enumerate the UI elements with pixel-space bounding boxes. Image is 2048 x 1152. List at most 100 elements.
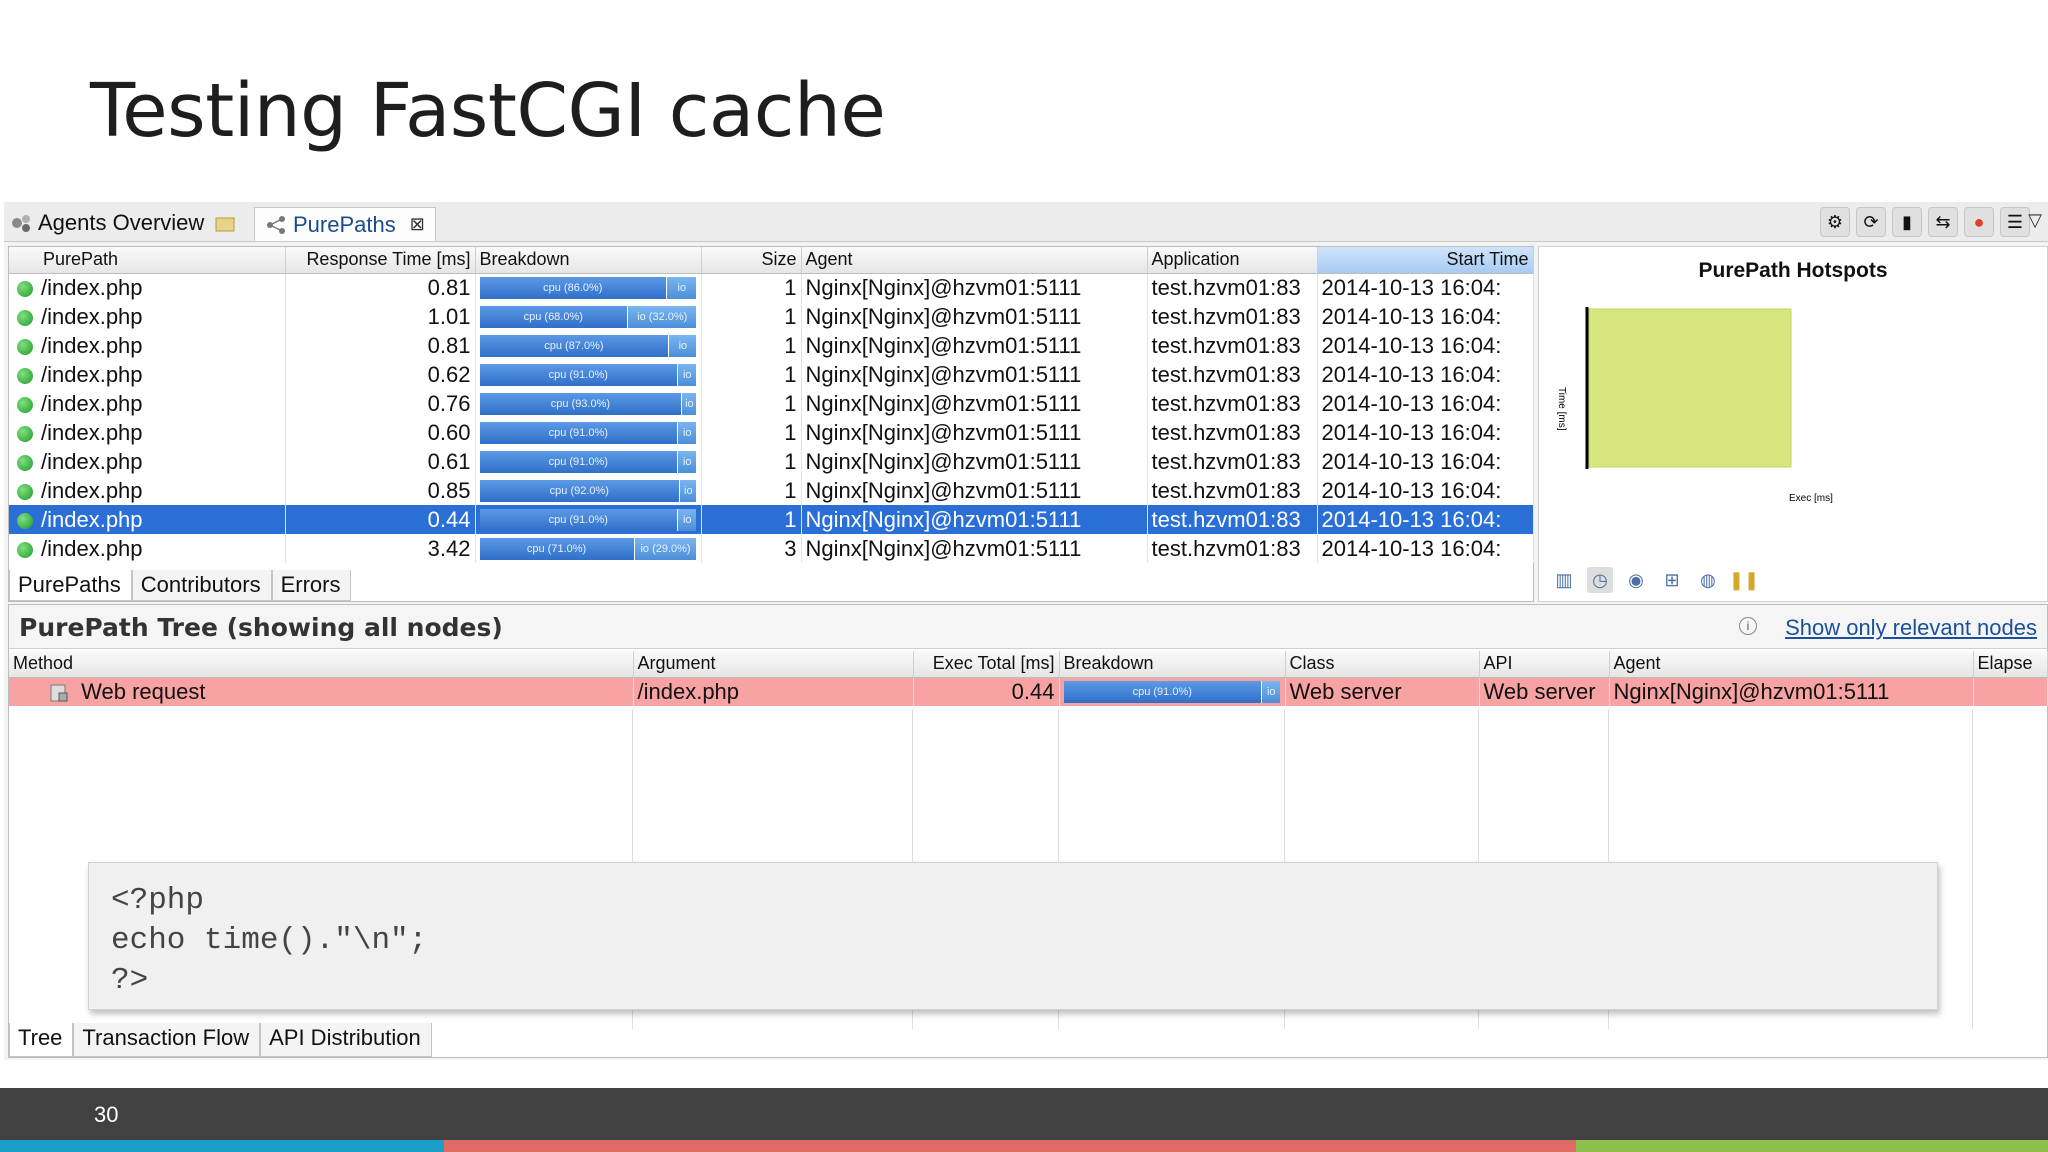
globe-icon[interactable]: ◍: [1695, 567, 1721, 593]
tab-purepaths-list[interactable]: PurePaths: [9, 570, 132, 601]
col-application[interactable]: Application: [1147, 247, 1318, 274]
purepath-row[interactable]: /index.php 3.42 cpu (71.0%) io (29.0%) 3 Ngin…: [9, 534, 1534, 563]
tab-transaction-flow[interactable]: Transaction Flow: [73, 1023, 261, 1057]
page-number: 30: [94, 1102, 119, 1127]
purepath-cell: /index.php: [9, 418, 286, 447]
col-response-time[interactable]: Response Time [ms]: [285, 247, 476, 274]
col-method[interactable]: Method: [9, 651, 634, 678]
col-exec-total[interactable]: Exec Total [ms]: [913, 651, 1060, 678]
web-request-icon: [49, 683, 69, 703]
refresh-icon[interactable]: ⟳: [1856, 207, 1886, 237]
breakdown-bar: cpu (93.0%) io: [479, 392, 697, 415]
cpu-segment: cpu (68.0%): [479, 305, 628, 328]
col-start-time[interactable]: Start Time: [1317, 247, 1534, 274]
purepaths-header-row: PurePath Response Time [ms] Breakdown Si…: [9, 247, 1534, 274]
purepath-row[interactable]: /index.php 0.76 cpu (93.0%) io 1 Nginx[Nginx]…: [9, 389, 1534, 418]
tree-agent: Nginx[Nginx]@hzvm01:5111: [1609, 677, 1974, 706]
cpu-segment: cpu (91.0%): [479, 508, 677, 531]
response-time: 0.61: [285, 447, 476, 476]
tab-purepaths-label: PurePaths: [293, 211, 396, 237]
col-api[interactable]: API: [1479, 651, 1610, 678]
col-tree-agent[interactable]: Agent: [1609, 651, 1974, 678]
purepath-row[interactable]: /index.php 0.60 cpu (91.0%) io 1 Nginx[Nginx]…: [9, 418, 1534, 447]
col-argument[interactable]: Argument: [633, 651, 914, 678]
io-segment: io: [679, 479, 697, 502]
tab-contributors[interactable]: Contributors: [131, 570, 272, 601]
purepath-row[interactable]: /index.php 0.61 cpu (91.0%) io 1 Nginx[Nginx]…: [9, 447, 1534, 476]
io-segment: io: [676, 450, 697, 473]
purepath-name: /index.php: [41, 274, 143, 300]
tree-row-web-request[interactable]: Web request /index.php 0.44 cpu (91.0%) …: [9, 677, 2048, 706]
status-ok-icon: [17, 280, 33, 297]
start-time: 2014-10-13 16:04:: [1317, 273, 1534, 302]
tab-agents-overview[interactable]: Agents Overview: [10, 207, 242, 239]
io-segment: io: [666, 276, 697, 299]
pause-icon[interactable]: ❚❚: [1729, 567, 1759, 593]
breakdown-bar: cpu (91.0%) io: [479, 508, 697, 531]
size: 1: [701, 505, 802, 534]
time-icon[interactable]: ◷: [1587, 567, 1613, 593]
breakdown-cell: cpu (91.0%) io: [475, 418, 702, 447]
purepath-row[interactable]: /index.php 0.85 cpu (92.0%) io 1 Nginx[Nginx]…: [9, 476, 1534, 505]
col-tree-breakdown[interactable]: Breakdown: [1059, 651, 1286, 678]
purepath-hotspots-panel: PurePath Hotspots Time [ms] Exec [ms] ▥ …: [1538, 246, 2048, 602]
tab-tree[interactable]: Tree: [9, 1023, 74, 1057]
slide-footer: 30: [0, 1088, 2048, 1140]
code-line: ?>: [111, 963, 149, 998]
tree-breakdown-bar: cpu (91.0%) io: [1063, 680, 1281, 703]
cpu-segment: cpu (86.0%): [479, 276, 667, 299]
col-class[interactable]: Class: [1285, 651, 1480, 678]
agent: Nginx[Nginx]@hzvm01:5111: [801, 534, 1148, 563]
hotspots-toolbar: ▥ ◷ ◉ ⊞ ◍ ❚❚: [1551, 567, 1759, 593]
status-ok-icon: [17, 425, 33, 442]
start-time: 2014-10-13 16:04:: [1317, 534, 1534, 563]
view-menu-icon[interactable]: ▽: [2028, 210, 2042, 231]
tree-cpu-segment: cpu (91.0%): [1063, 680, 1261, 703]
database-icon[interactable]: ◉: [1623, 567, 1649, 593]
bar-chart-icon[interactable]: ▥: [1551, 567, 1577, 593]
col-elapsed[interactable]: Elapse: [1973, 651, 2048, 678]
purepath-tree-table: Method Argument Exec Total [ms] Breakdow…: [9, 651, 2048, 706]
purepath-name: /index.php: [41, 419, 143, 445]
purepath-row[interactable]: /index.php 0.44 cpu (91.0%) io 1 Nginx[Nginx]…: [9, 505, 1534, 534]
show-relevant-nodes-link[interactable]: Show only relevant nodes: [1785, 615, 2037, 641]
purepath-row[interactable]: /index.php 0.62 cpu (91.0%) io 1 Nginx[Nginx]…: [9, 360, 1534, 389]
hierarchy-icon[interactable]: ⊞: [1659, 567, 1685, 593]
size: 1: [701, 389, 802, 418]
breakdown-bar: cpu (68.0%) io (32.0%): [479, 305, 697, 328]
tab-purepaths[interactable]: PurePaths ⊠: [254, 207, 436, 241]
purepath-row[interactable]: /index.php 0.81 cpu (87.0%) io 1 Nginx[Nginx]…: [9, 331, 1534, 360]
chart-icon[interactable]: ▮: [1892, 207, 1922, 237]
purepath-row[interactable]: /index.php 0.81 cpu (86.0%) io 1 Nginx[Nginx]…: [9, 273, 1534, 302]
col-purepath[interactable]: PurePath: [9, 247, 286, 274]
close-icon[interactable]: ⊠: [410, 214, 425, 235]
breakdown-bar: cpu (91.0%) io: [479, 421, 697, 444]
tab-errors[interactable]: Errors: [271, 570, 352, 601]
response-time: 0.81: [285, 273, 476, 302]
cpu-segment: cpu (87.0%): [479, 334, 669, 357]
export-icon[interactable]: ⇆: [1928, 207, 1958, 237]
filter-icon[interactable]: ⚙: [1820, 207, 1850, 237]
purepath-name: /index.php: [41, 390, 143, 416]
col-agent[interactable]: Agent: [801, 247, 1148, 274]
breakdown-cell: cpu (91.0%) io: [475, 505, 702, 534]
col-breakdown[interactable]: Breakdown: [475, 247, 702, 274]
purepath-row[interactable]: /index.php 1.01 cpu (68.0%) io (32.0%) 1 Ngin…: [9, 302, 1534, 331]
io-segment: io: [668, 334, 697, 357]
php-code-overlay: <?php echo time()."\n"; ?>: [88, 862, 1938, 1010]
status-ok-icon: [17, 338, 33, 355]
io-segment: io (29.0%): [633, 537, 697, 560]
tree-breakdown-cell: cpu (91.0%) io: [1059, 677, 1286, 706]
purepath-cell: /index.php: [9, 302, 286, 331]
breakdown-cell: cpu (68.0%) io (32.0%): [475, 302, 702, 331]
response-time: 0.76: [285, 389, 476, 418]
cpu-segment: cpu (91.0%): [479, 363, 677, 386]
purepath-cell: /index.php: [9, 534, 286, 563]
col-size[interactable]: Size: [701, 247, 802, 274]
record-icon[interactable]: ●: [1964, 207, 1994, 237]
tab-api-distribution[interactable]: API Distribution: [260, 1023, 432, 1057]
size: 1: [701, 331, 802, 360]
start-time: 2014-10-13 16:04:: [1317, 360, 1534, 389]
application: test.hzvm01:83: [1147, 447, 1318, 476]
tree-view-icon[interactable]: ☰: [2000, 207, 2030, 237]
